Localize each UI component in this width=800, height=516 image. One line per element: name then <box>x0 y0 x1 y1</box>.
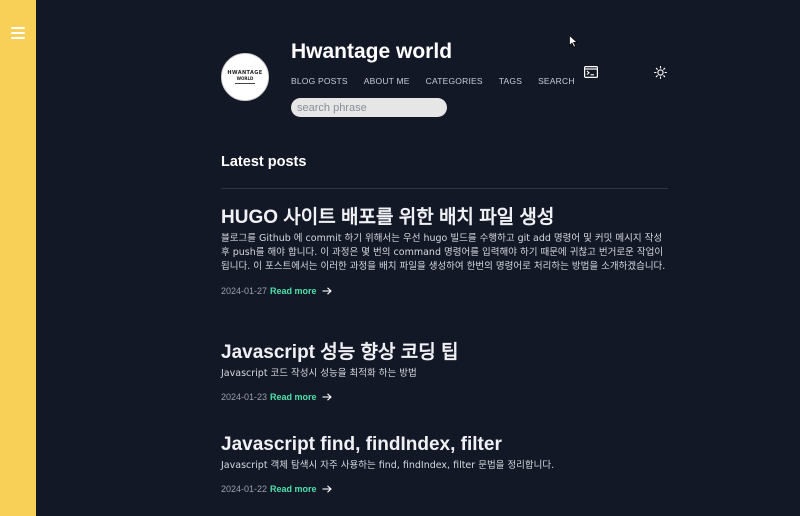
nav-blog-posts[interactable]: BLOG POSTS <box>291 76 348 86</box>
site-logo[interactable]: HWANTAGE WORLD <box>221 53 269 101</box>
arrow-right-icon <box>322 485 332 493</box>
post-summary: Javascript 객체 탐색시 자주 사용하는 find, findInde… <box>221 460 555 471</box>
read-more-label: Read more <box>270 285 317 296</box>
post-summary: Javascript 코드 작성시 성능을 최적화 하는 방법 <box>221 368 417 379</box>
sidebar <box>0 0 36 516</box>
nav-categories[interactable]: CATEGORIES <box>426 76 483 86</box>
site-title[interactable]: Hwantage world <box>291 40 452 64</box>
hamburger-menu-icon[interactable] <box>11 27 25 40</box>
post-meta: 2024-01-27 Read more <box>221 286 671 296</box>
post-meta: 2024-01-22 Read more <box>221 484 671 494</box>
nav-about-me[interactable]: ABOUT ME <box>364 76 410 86</box>
post-title[interactable]: HUGO 사이트 배포를 위한 배치 파일 생성 <box>221 206 671 230</box>
post-date: 2024-01-27 <box>221 285 268 296</box>
arrow-right-icon <box>322 287 332 295</box>
post-title[interactable]: Javascript find, findIndex, filter <box>221 433 671 457</box>
post-date: 2024-01-22 <box>221 484 268 495</box>
section-divider <box>221 188 668 189</box>
search-input[interactable] <box>291 98 447 117</box>
post-meta: 2024-01-23 Read more <box>221 392 671 402</box>
nav-search[interactable]: SEARCH <box>538 76 575 86</box>
read-more-label: Read more <box>270 392 317 403</box>
post-item: Javascript find, findIndex, filter Javas… <box>221 433 671 494</box>
arrow-right-icon <box>322 393 332 401</box>
mouse-cursor-icon <box>569 35 578 48</box>
sun-icon[interactable] <box>654 66 667 79</box>
post-summary: 블로그를 Github 에 commit 하기 위해서는 우선 hugo 빌드를… <box>221 233 666 273</box>
nav-tags[interactable]: TAGS <box>499 76 522 86</box>
post-item: Javascript 성능 향상 코딩 팁 Javascript 코드 작성시 … <box>221 341 671 402</box>
post-item: HUGO 사이트 배포를 위한 배치 파일 생성 블로그를 Github 에 c… <box>221 206 671 296</box>
post-date: 2024-01-23 <box>221 392 268 403</box>
post-title[interactable]: Javascript 성능 향상 코딩 팁 <box>221 341 671 365</box>
latest-posts-heading: Latest posts <box>221 154 307 170</box>
read-more-link[interactable]: Read more <box>270 286 332 296</box>
read-more-label: Read more <box>270 484 317 495</box>
logo-text-line2: WORLD <box>236 76 254 81</box>
terminal-icon[interactable] <box>584 66 598 78</box>
logo-rule <box>235 83 255 84</box>
read-more-link[interactable]: Read more <box>270 392 332 402</box>
main-nav: BLOG POSTS ABOUT ME CATEGORIES TAGS SEAR… <box>291 76 575 86</box>
read-more-link[interactable]: Read more <box>270 484 332 494</box>
